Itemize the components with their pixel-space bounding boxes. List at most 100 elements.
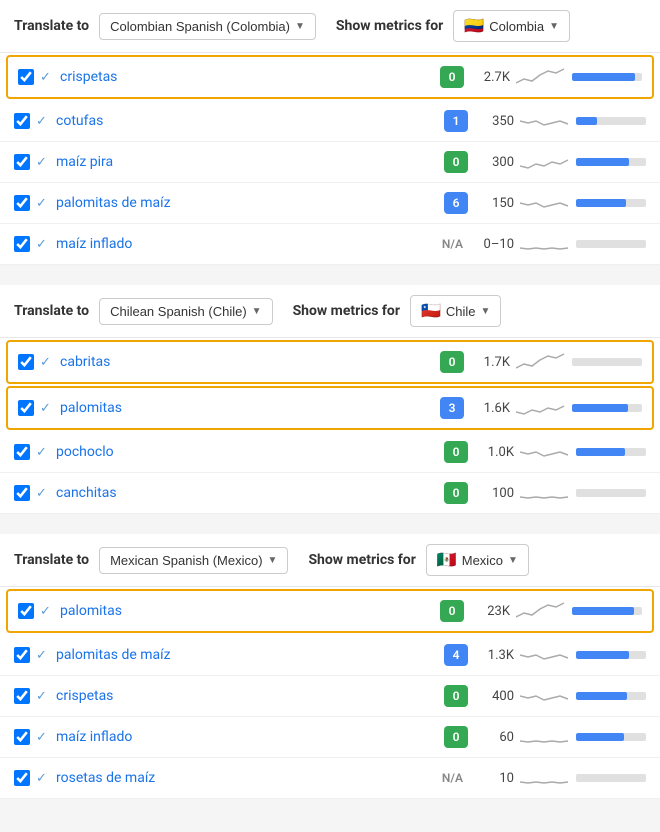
sparkline-chart <box>520 766 570 790</box>
bar-cell <box>576 651 646 659</box>
translate-label: Translate to <box>14 552 89 568</box>
sparkline-chart <box>520 725 570 749</box>
badge: 0 <box>444 685 468 707</box>
check-icon: ✓ <box>36 689 50 704</box>
keyword-label[interactable]: maíz inflado <box>56 729 438 745</box>
row-checkbox[interactable] <box>14 729 30 745</box>
table-row: ✓ crispetas 0 400 <box>0 676 660 717</box>
row-checkbox[interactable] <box>18 69 34 85</box>
badge: 0 <box>444 151 468 173</box>
row-checkbox[interactable] <box>14 647 30 663</box>
keyword-label[interactable]: palomitas de maíz <box>56 195 438 211</box>
check-icon: ✓ <box>40 401 54 416</box>
keyword-label[interactable]: cotufas <box>56 113 438 129</box>
bar-cell <box>576 489 646 497</box>
check-icon: ✓ <box>40 604 54 619</box>
table-row: ✓ palomitas 0 23K <box>6 589 654 633</box>
volume-value: 60 <box>474 730 514 745</box>
row-checkbox[interactable] <box>14 195 30 211</box>
translate-dropdown[interactable]: Chilean Spanish (Chile) ▼ <box>99 298 272 325</box>
badge: N/A <box>437 767 468 789</box>
keyword-label[interactable]: maíz inflado <box>56 236 431 252</box>
sparkline-chart <box>516 350 566 374</box>
keyword-label[interactable]: palomitas de maíz <box>56 647 438 663</box>
row-checkbox[interactable] <box>14 236 30 252</box>
volume-value: 150 <box>474 196 514 211</box>
translate-dropdown[interactable]: Colombian Spanish (Colombia) ▼ <box>99 13 316 40</box>
badge: 0 <box>440 66 464 88</box>
volume-value: 350 <box>474 114 514 129</box>
sparkline-chart <box>516 65 566 89</box>
bar-cell <box>572 607 642 615</box>
keyword-label[interactable]: palomitas <box>60 400 434 416</box>
bar-cell <box>576 158 646 166</box>
check-icon: ✓ <box>36 114 50 129</box>
volume-value: 10 <box>474 771 514 786</box>
volume-value: 1.0K <box>474 445 514 460</box>
row-checkbox[interactable] <box>18 603 34 619</box>
bar-cell <box>572 358 642 366</box>
volume-value: 23K <box>470 604 510 619</box>
flag-icon: 🇨🇴 <box>464 16 484 36</box>
row-checkbox[interactable] <box>14 770 30 786</box>
keyword-label[interactable]: maíz pira <box>56 154 438 170</box>
row-checkbox[interactable] <box>14 485 30 501</box>
chevron-down-icon: ▼ <box>268 555 278 566</box>
volume-value: 100 <box>474 486 514 501</box>
keyword-label[interactable]: pochoclo <box>56 444 438 460</box>
badge: 0 <box>440 351 464 373</box>
translate-label: Translate to <box>14 18 89 34</box>
row-checkbox[interactable] <box>18 400 34 416</box>
check-icon: ✓ <box>40 355 54 370</box>
keyword-label[interactable]: palomitas <box>60 603 434 619</box>
volume-value: 300 <box>474 155 514 170</box>
chevron-down-icon: ▼ <box>481 306 491 317</box>
translate-dropdown[interactable]: Mexican Spanish (Mexico) ▼ <box>99 547 288 574</box>
table-row: ✓ crispetas 0 2.7K <box>6 55 654 99</box>
row-checkbox[interactable] <box>14 113 30 129</box>
keyword-label[interactable]: crispetas <box>60 69 434 85</box>
sparkline-chart <box>520 684 570 708</box>
bar-cell <box>576 117 646 125</box>
bar-cell <box>572 73 642 81</box>
keyword-label[interactable]: rosetas de maíz <box>56 770 431 786</box>
bar-cell <box>576 240 646 248</box>
row-checkbox[interactable] <box>14 154 30 170</box>
table-row: ✓ maíz pira 0 300 <box>0 142 660 183</box>
keyword-label[interactable]: crispetas <box>56 688 438 704</box>
section-header: Translate to Chilean Spanish (Chile) ▼ S… <box>0 285 660 338</box>
chevron-down-icon: ▼ <box>508 555 518 566</box>
chevron-down-icon: ▼ <box>295 21 305 32</box>
badge: 0 <box>444 482 468 504</box>
keyword-label[interactable]: canchitas <box>56 485 438 501</box>
row-checkbox[interactable] <box>14 444 30 460</box>
metrics-dropdown[interactable]: 🇨🇱 Chile ▼ <box>410 295 501 327</box>
table-row: ✓ cabritas 0 1.7K <box>6 340 654 384</box>
metrics-dropdown[interactable]: 🇨🇴 Colombia ▼ <box>453 10 570 42</box>
volume-value: 400 <box>474 689 514 704</box>
badge: 0 <box>444 726 468 748</box>
bar-cell <box>572 404 642 412</box>
volume-value: 2.7K <box>470 70 510 85</box>
check-icon: ✓ <box>36 155 50 170</box>
bar-cell <box>576 774 646 782</box>
volume-value: 1.3K <box>474 648 514 663</box>
row-checkbox[interactable] <box>18 354 34 370</box>
keywords-table: ✓ cabritas 0 1.7K ✓ palomitas 3 1.6K ✓ p… <box>0 340 660 514</box>
translate-label: Translate to <box>14 303 89 319</box>
table-row: ✓ maíz inflado 0 60 <box>0 717 660 758</box>
badge: 0 <box>440 600 464 622</box>
keyword-label[interactable]: cabritas <box>60 354 434 370</box>
badge: 1 <box>444 110 468 132</box>
keywords-table: ✓ crispetas 0 2.7K ✓ cotufas 1 350 ✓ maí… <box>0 55 660 265</box>
chevron-down-icon: ▼ <box>549 21 559 32</box>
metrics-dropdown[interactable]: 🇲🇽 Mexico ▼ <box>426 544 529 576</box>
section-header: Translate to Mexican Spanish (Mexico) ▼ … <box>0 534 660 587</box>
check-icon: ✓ <box>36 648 50 663</box>
check-icon: ✓ <box>36 771 50 786</box>
row-checkbox[interactable] <box>14 688 30 704</box>
bar-cell <box>576 448 646 456</box>
table-row: ✓ maíz inflado N/A 0–10 <box>0 224 660 265</box>
check-icon: ✓ <box>36 730 50 745</box>
chevron-down-icon: ▼ <box>252 306 262 317</box>
